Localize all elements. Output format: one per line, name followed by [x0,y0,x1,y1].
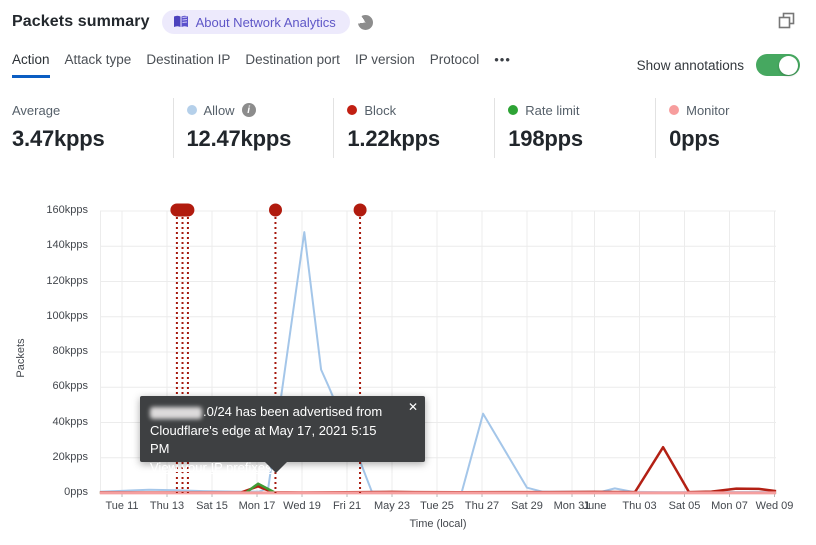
tab-protocol[interactable]: Protocol [430,52,480,75]
stat-label: Monitor [686,102,730,118]
tab-bar: Action Attack type Destination IP Destin… [12,52,800,78]
chart-area: Packets Time (local) .0/24 has been adve… [0,190,816,545]
redacted-prefix [150,406,202,419]
annotations-toggle-group: Show annotations [637,54,800,76]
tab-attack-type[interactable]: Attack type [65,52,132,75]
stat-monitor: Monitor 0pps [655,98,816,158]
stat-label: Block [364,102,397,118]
stat-value: 0pps [669,126,720,151]
stats-row: Average 3.47kpps Allow i 12.47kpps Block… [12,98,816,158]
y-tick-label: 160kpps [46,204,88,216]
y-tick-label: 100kpps [46,309,88,322]
tab-ip-version[interactable]: IP version [355,52,415,75]
y-tick-label: 20kpps [52,450,88,463]
expand-icon[interactable] [778,12,796,30]
packets-summary-panel: Packets summary About Network Analytics … [0,0,816,545]
y-tick-label: 40kpps [52,415,88,428]
stat-value: 3.47kpps [12,126,105,151]
tooltip-line2: Cloudflare's edge at May 17, 2021 5:15 P… [150,422,377,457]
y-tick-label: 0pps [64,486,88,498]
y-tick-label: 60kpps [52,380,88,393]
tooltip-line1: .0/24 has been advertised from [150,403,399,422]
info-icon[interactable]: i [241,103,256,117]
toggle-label: Show annotations [636,57,744,73]
stat-rate-limit: Rate limit 198pps [494,98,655,158]
tab-destination-port[interactable]: Destination port [245,52,340,75]
page-title: Packets summary [12,13,150,30]
tooltip-arrow [265,462,287,473]
close-icon[interactable]: ✕ [408,400,418,414]
stat-average: Average 3.47kpps [12,98,173,158]
tab-destination-ip[interactable]: Destination IP [146,52,230,75]
show-annotations-toggle[interactable] [756,54,800,76]
view-ip-prefixes-link[interactable]: View your IP prefixes [150,460,272,475]
y-tick-label: 120kpps [46,274,88,287]
monitor-dot [669,105,680,115]
annotation-marker-pill[interactable] [170,203,195,217]
allow-dot [186,105,197,115]
header: Packets summary About Network Analytics [12,10,804,34]
annotation-marker-dot[interactable] [353,203,367,217]
stat-block: Block 1.22kpps [333,98,494,158]
stat-label: Average [12,102,61,118]
stat-value: 12.47kpps [186,126,292,151]
y-tick-label: 140kpps [46,239,88,252]
tabs: Action Attack type Destination IP Destin… [12,52,511,78]
y-tick-label: 80kpps [52,345,88,357]
book-icon [173,15,189,29]
stat-value: 1.22kpps [347,126,440,151]
annotation-marker-dot[interactable] [269,203,282,217]
stat-label: Rate limit [525,102,580,118]
block-dot [347,105,358,115]
loading-pie-icon [357,14,373,30]
badge-label: About Network Analytics [195,14,336,30]
stat-value: 198pps [508,126,583,151]
x-axis-title: Time (local) [409,518,467,530]
stat-allow: Allow i 12.47kpps [172,98,334,158]
annotation-tooltip: .0/24 has been advertised from Cloudflar… [140,396,425,475]
more-tabs-icon[interactable]: ••• [494,52,511,75]
rate-limit-dot [508,105,519,115]
stat-label: Allow [203,102,235,118]
toggle-knob [779,55,798,75]
about-network-analytics-badge[interactable]: About Network Analytics [161,10,350,34]
tab-action[interactable]: Action [12,52,50,78]
